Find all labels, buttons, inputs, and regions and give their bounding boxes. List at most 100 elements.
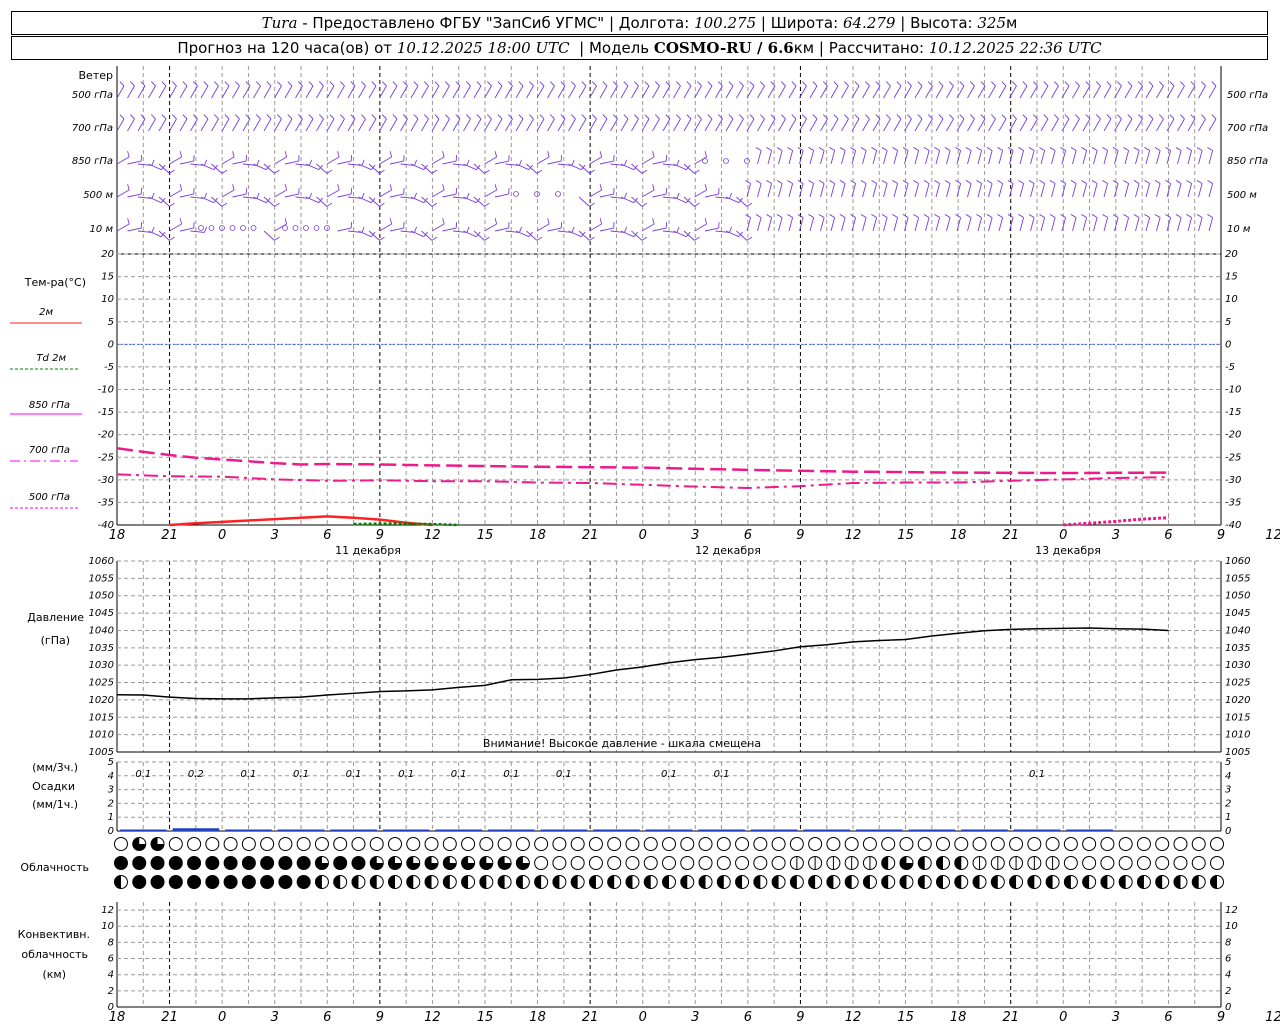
cloud-cover-icon <box>826 875 841 889</box>
wind-barb-feather <box>423 81 429 87</box>
precip-bar <box>908 829 956 831</box>
pressure-ytick-right: 1060 <box>1225 556 1250 567</box>
wind-barb <box>358 85 366 99</box>
wind-panel-title: Ветер <box>79 69 113 82</box>
wind-barb-feather <box>389 184 393 191</box>
wind-barb-feather <box>179 184 183 191</box>
cloud-circle <box>917 837 932 851</box>
cloud-circle <box>881 837 896 851</box>
cloud-circle <box>515 837 530 851</box>
cloud-cover-icon <box>735 856 750 870</box>
pressure-ytick: 1010 <box>89 730 114 741</box>
calm-wind-icon <box>303 225 309 231</box>
wind-barb <box>1019 217 1025 232</box>
wind-barb <box>1072 118 1080 132</box>
wind-barb <box>977 217 983 232</box>
wind-barb <box>158 118 167 132</box>
wind-barb <box>1156 85 1164 99</box>
wind-barb <box>127 118 135 132</box>
cloud-cover-icon <box>771 856 786 870</box>
wind-barb <box>935 217 941 232</box>
cloud-cover-icon <box>972 837 987 851</box>
wind-barb <box>925 183 930 198</box>
wind-barb-feather <box>860 180 867 184</box>
cloud-cover-icon <box>114 837 128 851</box>
cloud-circle <box>497 837 512 851</box>
wind-barb <box>1135 183 1140 198</box>
cloud-circle <box>114 837 128 851</box>
temp-ytick-right: 15 <box>1225 272 1238 283</box>
precip-ytick-right: 2 <box>1225 798 1231 809</box>
conv-ytick-right: 6 <box>1225 954 1231 965</box>
wind-barb <box>946 150 951 165</box>
wind-barb-feather <box>652 151 655 158</box>
wind-barb-feather <box>934 214 940 218</box>
wind-barb-feather <box>519 226 523 233</box>
wind-barb <box>431 118 440 132</box>
x-tick-label: 6 <box>1164 1010 1172 1024</box>
wind-barb-feather <box>1211 81 1217 87</box>
cloud-cover-icon <box>570 856 585 870</box>
x-tick-label: 0 <box>218 1010 226 1024</box>
wind-barb <box>274 223 287 232</box>
wind-barb-feather <box>917 81 923 87</box>
cloud-circle <box>1136 837 1151 851</box>
wind-barb-feather <box>892 214 898 218</box>
legend-850-label: 850 гПа <box>29 400 70 411</box>
wind-barb-feather <box>934 147 940 151</box>
cloud-fill <box>132 875 146 889</box>
cloud-cover-icon <box>607 837 622 851</box>
wind-barb-feather <box>1207 214 1213 218</box>
conv-ytick: 2 <box>108 986 114 997</box>
x-tick-label: 15 <box>897 528 914 543</box>
wind-barb-feather <box>944 214 951 218</box>
cloud-circle <box>643 856 658 870</box>
wind-barb-feather <box>1053 114 1059 120</box>
cloud-cover-icon <box>881 837 896 851</box>
cloud-cover-icon <box>1155 837 1170 851</box>
cloud-fill <box>278 856 292 870</box>
cloud-fill <box>406 875 414 889</box>
wind-barb <box>1187 150 1193 165</box>
cloud-circle <box>808 837 823 851</box>
cloud-cover-icon <box>990 875 1005 889</box>
cloud-fill <box>461 875 469 889</box>
cloud-cover-icon <box>1100 856 1115 870</box>
wind-barb <box>316 118 324 132</box>
wind-barb <box>820 150 825 165</box>
wind-barb-feather <box>976 214 982 218</box>
x-tick-label: 15 <box>897 1010 914 1024</box>
wind-barb-feather <box>644 81 650 87</box>
wind-barb <box>158 230 170 241</box>
cloud-circle <box>607 856 622 870</box>
cloud-circle <box>662 856 676 870</box>
wind-barb <box>757 183 762 198</box>
wind-barb-feather <box>1133 214 1140 218</box>
cloud-cover-icon <box>1009 856 1024 870</box>
wind-barb-feather <box>599 218 603 225</box>
wind-barb-feather <box>965 147 972 151</box>
wind-barb <box>1145 150 1151 165</box>
conv-ytick-right: 2 <box>1225 986 1231 997</box>
cloud-cover-icon <box>369 875 384 889</box>
cloud-cover-icon <box>424 856 439 870</box>
wind-barb-feather <box>589 202 595 207</box>
wind-barb <box>893 85 902 99</box>
cloud-circle <box>187 837 202 851</box>
wind-barb <box>809 217 815 232</box>
cloud-fill <box>717 875 724 889</box>
wind-barb-feather <box>361 226 365 233</box>
precip-bar <box>225 829 272 831</box>
wind-barb <box>442 118 450 132</box>
wind-barb-feather <box>1039 180 1045 184</box>
calm-wind-icon <box>513 191 519 197</box>
temp-ytick-right: -35 <box>1225 497 1241 508</box>
wind-barb <box>862 217 867 232</box>
temp-ytick: -5 <box>104 362 114 373</box>
cloud-circle <box>1173 837 1188 851</box>
wind-barb-feather <box>766 180 772 184</box>
temp-ytick: 10 <box>101 294 114 305</box>
wind-barb <box>179 118 188 132</box>
wind-barb <box>116 223 130 232</box>
wind-barb <box>1135 150 1140 165</box>
